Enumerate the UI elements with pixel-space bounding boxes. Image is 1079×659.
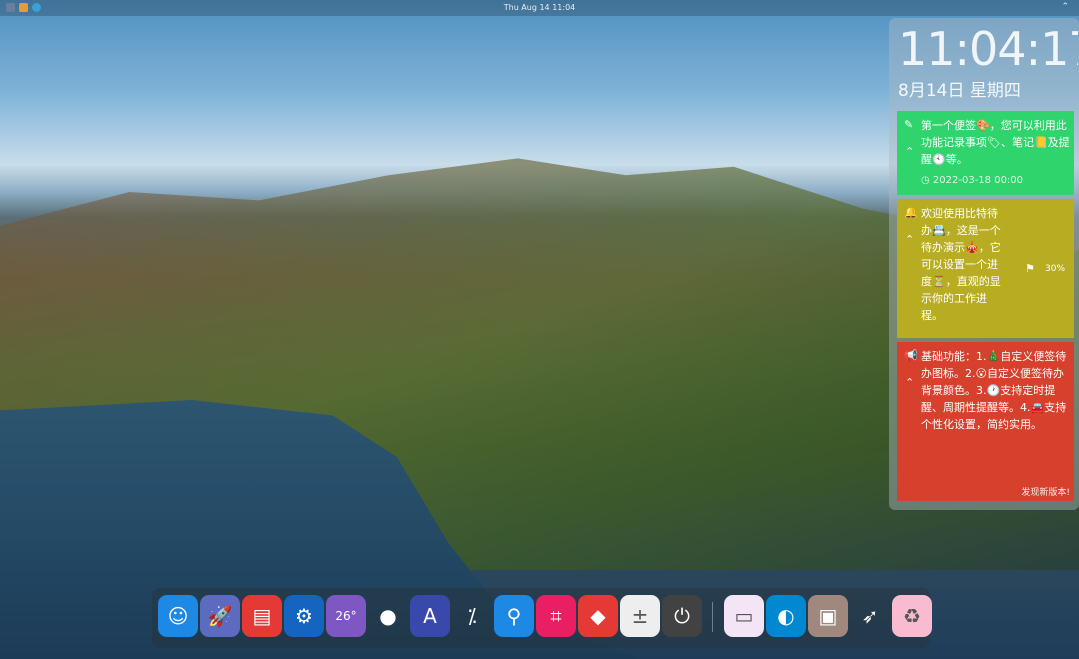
feature-text: 基础功能：1.🎄自定义便签待办图标。2.😮自定义便签待办背景颜色。3.🕐支持定时… [921,350,1067,431]
menubar-chevron-icon[interactable]: ⌃ [1061,2,1069,12]
new-version-link[interactable]: 发现新版本! [1021,485,1070,498]
todo-text: 欢迎使用比特待办📇，这是一个待办演示🎪，它可以设置一个进度⏳，直观的显示你的工作… [921,207,1001,322]
megaphone-icon: 📢 [904,349,918,362]
calculator-icon[interactable]: ± [620,595,660,637]
red-app-icon[interactable]: ◆ [578,595,618,637]
note-timestamp: ◷ 2022-03-18 00:00 [921,175,1024,186]
top-menubar: Thu Aug 14 11:04 ⌃ [0,0,1079,16]
launchpad-icon[interactable]: 🚀 [200,595,240,637]
crop-icon[interactable]: ⌗ [536,595,576,637]
menubar-clock[interactable]: Thu Aug 14 11:04 [0,3,1079,12]
widget-date: 8月14日 星期四 [898,81,1021,101]
edge-browser-icon[interactable]: ◐ [766,595,806,637]
search-icon[interactable]: ⚲ [494,595,534,637]
note-card-1[interactable]: ✎ ⌃ 第一个便签🎨，您可以利用此功能记录事项🏷、笔记📒及提醒🕙等。 ◷ 202… [897,111,1074,195]
pencil-icon: ✎ [904,118,914,131]
note-card-3[interactable]: 📢 ⌃ 基础功能：1.🎄自定义便签待办图标。2.😮自定义便签待办背景颜色。3.🕐… [897,342,1074,501]
weather-icon[interactable]: 26° [326,595,366,637]
bell-icon: 🔔 [904,206,918,219]
note-card-2[interactable]: 🔔 ⌃ 欢迎使用比特待办📇，这是一个待办演示🎪，它可以设置一个进度⏳，直观的显示… [897,199,1074,338]
app-store-icon[interactable]: A [410,595,450,637]
percent-app-icon[interactable]: ⁒ [452,595,492,637]
folder-icon[interactable]: ▭ [724,595,764,637]
dock-separator [712,602,713,632]
settings-icon[interactable]: ⚙ [284,595,324,637]
trash-icon[interactable]: ♻ [892,595,932,637]
package-icon[interactable]: ▣ [808,595,848,637]
collapse-chevron-icon[interactable]: ⌃ [905,233,914,246]
note-text: 第一个便签🎨，您可以利用此功能记录事项🏷、笔记📒及提醒🕙等。 [921,119,1070,166]
todo-progress: 30% [1045,264,1066,274]
circle-app-icon[interactable]: ● [368,595,408,637]
widget-time: 11:04:17 [898,22,1078,76]
flag-icon: ⚑ [1025,262,1035,275]
collapse-chevron-icon[interactable]: ⌃ [905,145,914,158]
rocket-icon[interactable]: ➶ [850,595,890,637]
note-timestamp-value: 2022-03-18 00:00 [932,175,1024,186]
collapse-chevron-icon[interactable]: ⌃ [905,376,914,389]
finder-icon[interactable]: ☺ [158,595,198,637]
files-icon[interactable]: ▤ [242,595,282,637]
power-icon[interactable]: ⏻ [662,595,702,637]
